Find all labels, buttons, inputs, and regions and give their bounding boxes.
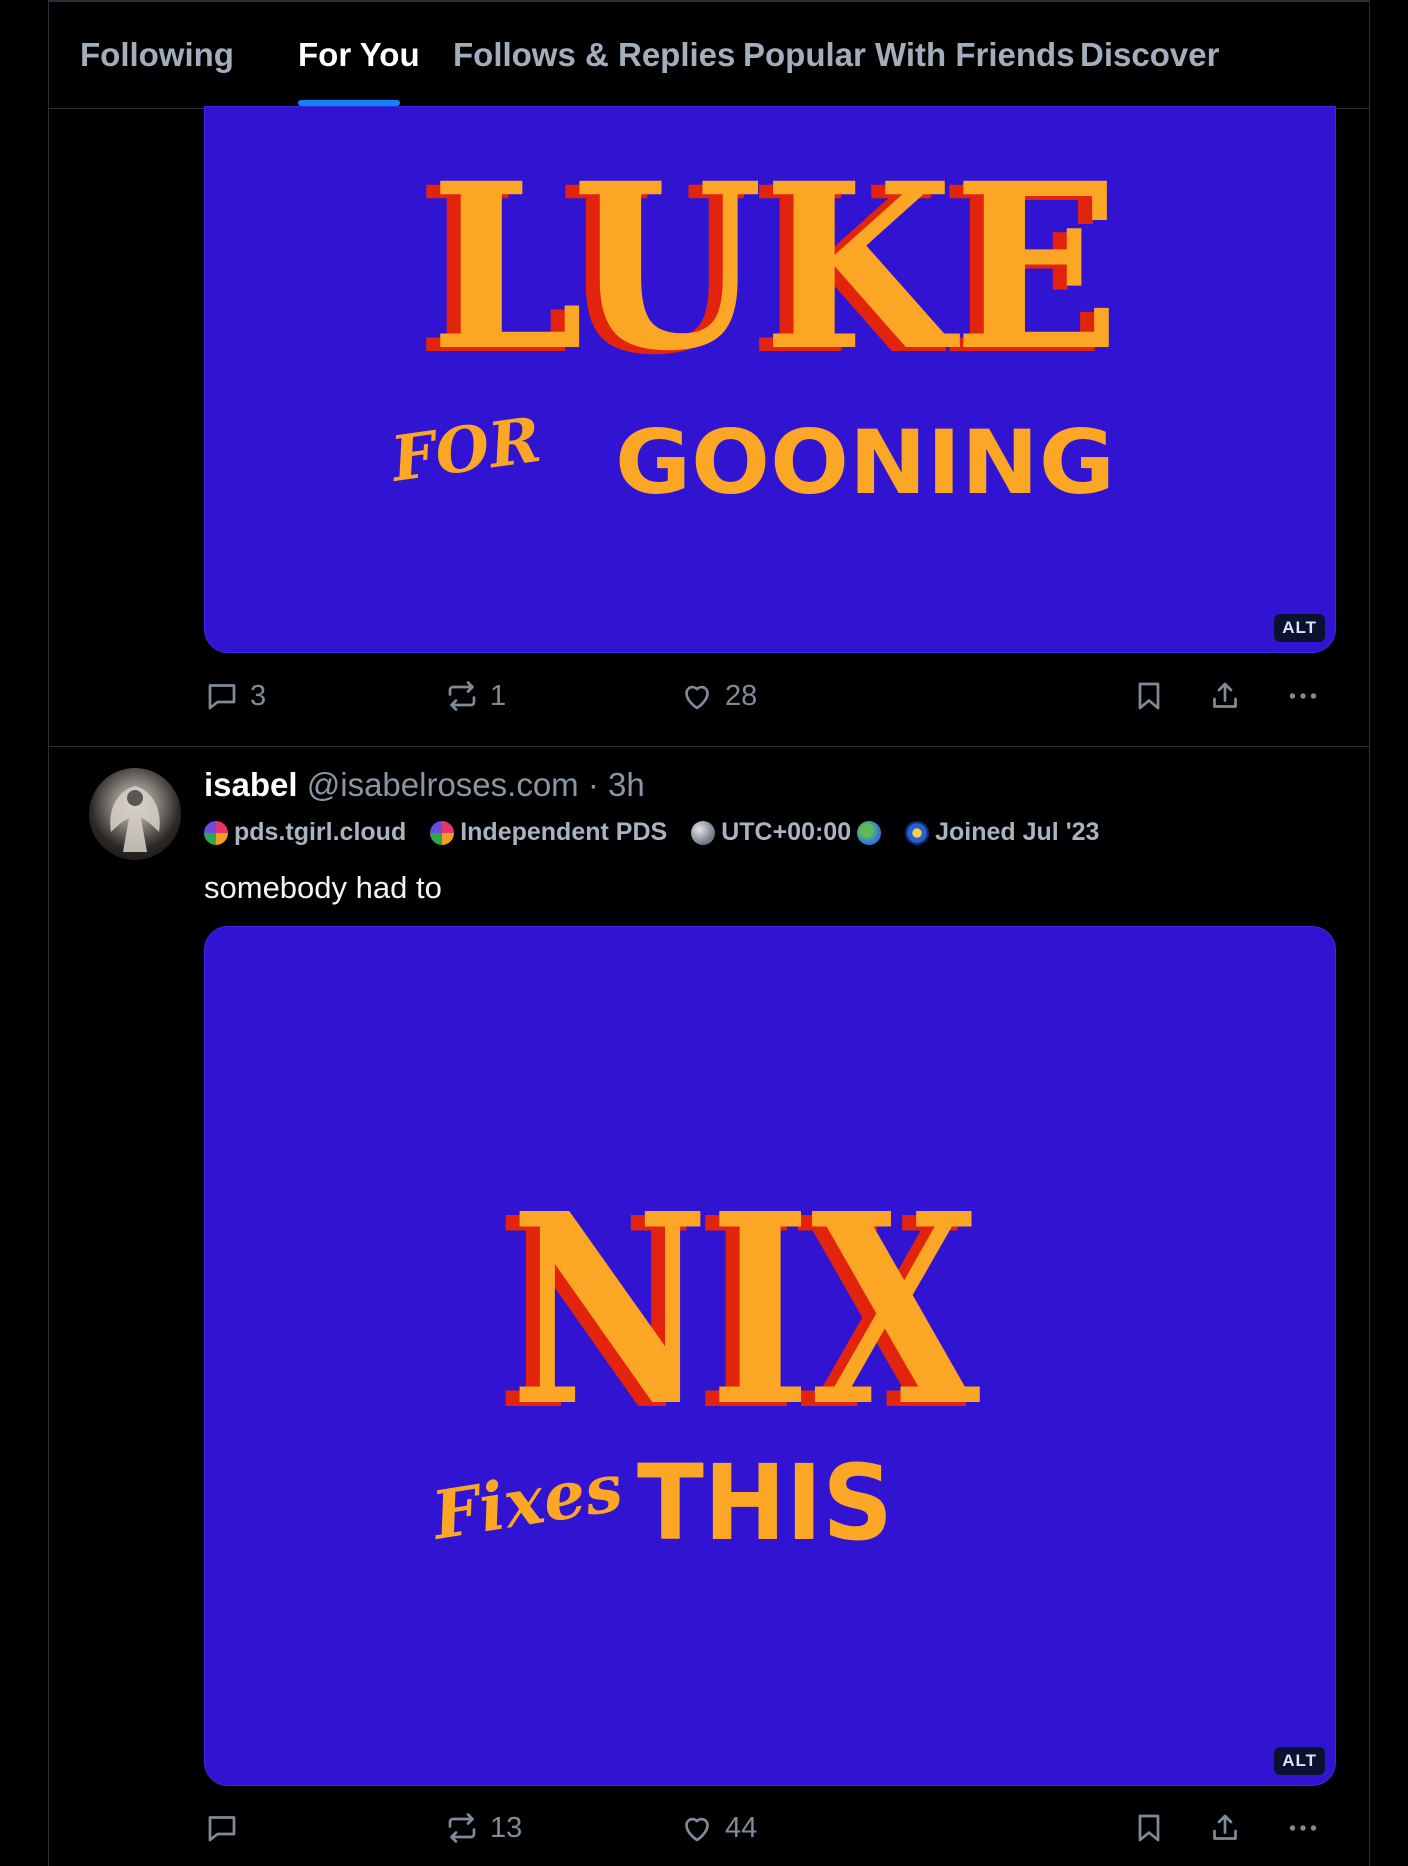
- post-image-luke[interactable]: LUKE LUKE FOR GOONING ALT: [204, 106, 1336, 653]
- post-text: somebody had to: [204, 870, 442, 905]
- reply-button[interactable]: [204, 1810, 250, 1846]
- globe-icon: [857, 820, 882, 845]
- tab-follows-replies[interactable]: Follows & Replies: [453, 36, 735, 74]
- tab-following[interactable]: Following: [80, 36, 234, 74]
- bookmark-icon: [1138, 682, 1160, 710]
- author-name[interactable]: isabel: [204, 766, 298, 803]
- repost-count: 13: [490, 1811, 523, 1844]
- avatar[interactable]: [89, 768, 181, 860]
- badge-label: pds.tgirl.cloud: [234, 818, 407, 846]
- post-timestamp[interactable]: 3h: [608, 766, 645, 803]
- image-script-word: Fixes: [425, 1448, 627, 1555]
- globe-icon: [691, 820, 716, 845]
- bookmark-button[interactable]: [1131, 1810, 1167, 1846]
- like-count: 28: [725, 679, 758, 712]
- image-script-word: FOR: [385, 403, 545, 496]
- like-count: 44: [725, 1811, 758, 1844]
- pds-icon: [204, 820, 228, 845]
- badge-label: Joined Jul '23: [935, 818, 1100, 846]
- author-handle[interactable]: @isabelroses.com: [307, 766, 579, 803]
- tab-popular-with-friends[interactable]: Popular With Friends: [743, 36, 1075, 74]
- badge-timezone[interactable]: UTC+00:00: [691, 818, 882, 847]
- bookmark-icon: [1138, 1814, 1160, 1842]
- ellipsis-icon: [1289, 693, 1317, 699]
- post-actions: 3 1 28: [49, 678, 1369, 728]
- header-separator: ·: [587, 766, 599, 803]
- badge-joined[interactable]: Joined Jul '23: [905, 818, 1099, 847]
- share-icon: [1213, 1814, 1237, 1840]
- tab-for-you[interactable]: For You: [298, 36, 420, 74]
- post-header: isabel @isabelroses.com · 3h: [204, 766, 645, 804]
- like-button[interactable]: 44: [679, 1810, 757, 1846]
- image-subtitle: GOONING: [615, 411, 1115, 514]
- alt-badge[interactable]: ALT: [1274, 614, 1325, 642]
- post-image-nix[interactable]: NIX NIX Fixes THIS ALT: [204, 926, 1336, 1786]
- bookmark-button[interactable]: [1131, 678, 1167, 714]
- pds-icon: [430, 820, 455, 845]
- badge-pds-host[interactable]: pds.tgirl.cloud: [204, 818, 406, 847]
- tab-discover[interactable]: Discover: [1080, 36, 1219, 74]
- alt-badge[interactable]: ALT: [1274, 1747, 1325, 1775]
- ellipsis-icon: [1289, 1825, 1317, 1831]
- heart-icon: [685, 685, 709, 710]
- share-button[interactable]: [1207, 1810, 1243, 1846]
- reply-count: 3: [250, 679, 267, 712]
- badge-label: Independent PDS: [460, 818, 668, 846]
- feed-tab-bar: Following For You Follows & Replies Popu…: [49, 0, 1369, 109]
- sunburst-icon: [905, 820, 930, 845]
- repost-button[interactable]: 13: [444, 1810, 522, 1846]
- repost-count: 1: [490, 679, 507, 712]
- badge-label: UTC+00:00: [721, 818, 852, 846]
- reply-icon: [208, 1816, 236, 1842]
- like-button[interactable]: 28: [679, 678, 757, 714]
- post-actions: 13 44: [49, 1810, 1369, 1860]
- heart-icon: [685, 1817, 709, 1842]
- repost-icon: [448, 681, 476, 711]
- more-options-button[interactable]: [1285, 678, 1321, 714]
- repost-button[interactable]: 1: [444, 678, 506, 714]
- image-title: NIX: [510, 1156, 981, 1464]
- profile-badges: pds.tgirl.cloud Independent PDS UTC+00:0…: [204, 818, 1099, 847]
- feed-column: Following For You Follows & Replies Popu…: [48, 0, 1370, 1866]
- repost-icon: [448, 1813, 476, 1843]
- more-options-button[interactable]: [1285, 1810, 1321, 1846]
- image-title: LUKE: [430, 133, 1120, 401]
- post-divider: [49, 746, 1369, 747]
- share-icon: [1213, 682, 1237, 708]
- badge-independent-pds[interactable]: Independent PDS: [430, 818, 667, 847]
- reply-button[interactable]: 3: [204, 678, 266, 714]
- reply-icon: [208, 684, 236, 710]
- image-subtitle: THIS: [637, 1442, 893, 1564]
- share-button[interactable]: [1207, 678, 1243, 714]
